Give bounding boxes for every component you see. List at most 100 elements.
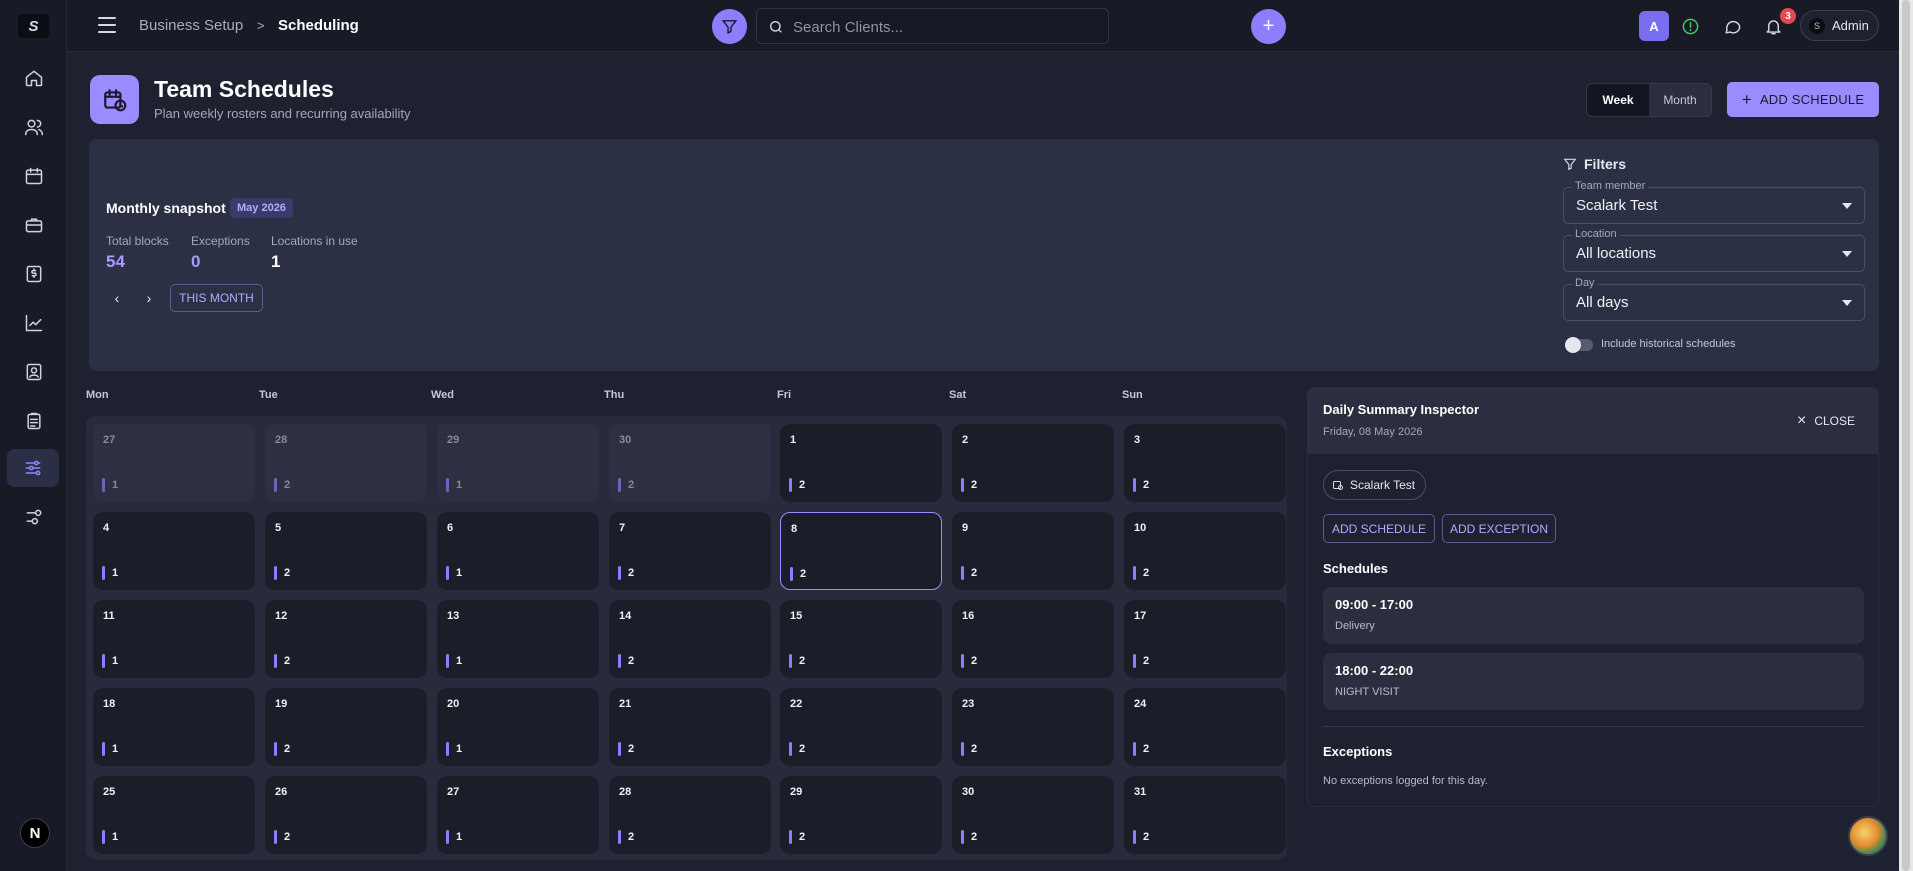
contact-card-icon[interactable]: [17, 355, 51, 389]
day-number: 23: [962, 698, 975, 710]
day-number: 20: [447, 698, 460, 710]
calendar-day-cell[interactable]: 26 2: [265, 776, 427, 854]
calendar-day-cell[interactable]: 16 2: [952, 600, 1114, 678]
calendar-day-cell[interactable]: 22: [952, 424, 1114, 502]
quick-add-button[interactable]: +: [1251, 9, 1286, 44]
schedule-card[interactable]: 09:00 - 17:00 Delivery: [1323, 587, 1864, 644]
assistant-orb-icon[interactable]: [1848, 816, 1888, 856]
day-number: 26: [275, 786, 288, 798]
block-indicator: [102, 478, 105, 492]
stat-label-locations: Locations in use: [271, 234, 358, 248]
add-exception-button[interactable]: ADD EXCEPTION: [1442, 514, 1556, 543]
month-chip: May 2026: [230, 198, 293, 218]
caret-down-icon: [1842, 300, 1852, 306]
block-count: 2: [1143, 831, 1150, 843]
calendar-day-cell[interactable]: 19 2: [265, 688, 427, 766]
block-indicator: [446, 566, 449, 580]
add-schedule-label: ADD SCHEDULE: [1759, 92, 1865, 107]
calendar-day-cell[interactable]: 29 2: [780, 776, 942, 854]
inspector-add-schedule-button[interactable]: ADD SCHEDULE: [1323, 514, 1435, 543]
calendar-day-cell[interactable]: 28 2: [609, 776, 771, 854]
scrollbar-thumb[interactable]: [1902, 0, 1910, 871]
calendar-day-cell[interactable]: 15 2: [780, 600, 942, 678]
block-indicator: [789, 478, 792, 492]
schedule-card[interactable]: 18:00 - 22:00 NIGHT VISIT: [1323, 653, 1864, 710]
sidebar: S N: [0, 0, 67, 871]
calendar-day-cell[interactable]: 13 1: [437, 600, 599, 678]
month-view-button[interactable]: Month: [1649, 84, 1711, 116]
calendar-day-cell[interactable]: 41: [93, 512, 255, 590]
block-indicator: [789, 654, 792, 668]
calendar-day-cell[interactable]: 23 2: [952, 688, 1114, 766]
calendar-day-cell[interactable]: 20 1: [437, 688, 599, 766]
admin-menu-button[interactable]: S Admin: [1800, 10, 1879, 41]
user-avatar-bottom[interactable]: N: [20, 818, 50, 848]
chart-icon[interactable]: [17, 306, 51, 340]
settings-toggle-icon[interactable]: [17, 500, 51, 534]
calendar-day-cell[interactable]: 31 2: [1124, 776, 1286, 854]
page-title: Team Schedules: [154, 76, 334, 102]
calendar-day-cell[interactable]: 10 2: [1124, 512, 1286, 590]
topbar: Business Setup > Scheduling + A 3 S Admi…: [67, 0, 1913, 52]
close-button[interactable]: × CLOSE: [1797, 412, 1855, 430]
users-icon[interactable]: [17, 110, 51, 144]
calendar-day-cell[interactable]: 25 1: [93, 776, 255, 854]
calendar-day-cell[interactable]: 21 2: [609, 688, 771, 766]
calendar-day-cell[interactable]: 30 2: [609, 424, 771, 502]
calendar-day-cell[interactable]: 27 1: [437, 776, 599, 854]
block-count: 2: [628, 655, 635, 667]
week-view-button[interactable]: Week: [1587, 84, 1649, 116]
calendar-day-cell[interactable]: 82: [780, 512, 942, 590]
calendar-day-cell[interactable]: 12 2: [265, 600, 427, 678]
calendar-day-cell[interactable]: 11 1: [93, 600, 255, 678]
search-box[interactable]: [756, 8, 1109, 44]
calendar-clock-icon: [90, 75, 139, 124]
calendar-day-cell[interactable]: 12: [780, 424, 942, 502]
chat-icon[interactable]: [1721, 15, 1743, 37]
calendar-day-cell[interactable]: 61: [437, 512, 599, 590]
calendar-day-cell[interactable]: 92: [952, 512, 1114, 590]
member-chip[interactable]: Scalark Test: [1323, 470, 1426, 500]
calendar-day-cell[interactable]: 17 2: [1124, 600, 1286, 678]
calendar-day-cell[interactable]: 28 2: [265, 424, 427, 502]
app-logo[interactable]: S: [18, 14, 49, 38]
day-select[interactable]: Day All days: [1563, 277, 1865, 321]
this-month-button[interactable]: THIS MONTH: [170, 284, 263, 312]
block-count: 2: [284, 479, 291, 491]
day-number: 3: [1134, 434, 1141, 446]
block-indicator: [961, 830, 964, 844]
account-avatar[interactable]: A: [1639, 11, 1669, 41]
weekday-thu: Thu: [604, 389, 625, 401]
calendar-day-cell[interactable]: 32: [1124, 424, 1286, 502]
team-member-select[interactable]: Team member Scalark Test: [1563, 180, 1865, 224]
calendar-icon[interactable]: [17, 159, 51, 193]
calendar-day-cell[interactable]: 30 2: [952, 776, 1114, 854]
home-icon[interactable]: [17, 61, 51, 95]
invoice-icon[interactable]: [17, 257, 51, 291]
sliders-icon[interactable]: [7, 449, 59, 487]
calendar-day-cell[interactable]: 29 1: [437, 424, 599, 502]
day-number: 19: [275, 698, 288, 710]
next-month-button[interactable]: ›: [140, 289, 158, 307]
calendar-day-cell[interactable]: 22 2: [780, 688, 942, 766]
close-icon: ×: [1797, 412, 1807, 429]
prev-month-button[interactable]: ‹: [108, 289, 126, 307]
historical-toggle[interactable]: [1565, 337, 1593, 353]
menu-icon[interactable]: [98, 17, 116, 33]
block-indicator: [1133, 654, 1136, 668]
calendar-day-cell[interactable]: 24 2: [1124, 688, 1286, 766]
calendar-day-cell[interactable]: 18 1: [93, 688, 255, 766]
breadcrumb-parent[interactable]: Business Setup: [139, 17, 243, 34]
status-icon[interactable]: [1679, 15, 1701, 37]
calendar-day-cell[interactable]: 14 2: [609, 600, 771, 678]
calendar-day-cell[interactable]: 27 1: [93, 424, 255, 502]
add-schedule-button[interactable]: + ADD SCHEDULE: [1727, 82, 1879, 117]
calendar-day-cell[interactable]: 72: [609, 512, 771, 590]
calendar-day-cell[interactable]: 52: [265, 512, 427, 590]
location-select[interactable]: Location All locations: [1563, 228, 1865, 272]
briefcase-icon[interactable]: [17, 208, 51, 242]
filter-button[interactable]: [712, 9, 747, 44]
search-input[interactable]: [793, 16, 1093, 38]
calendar-clock-icon: [1333, 481, 1343, 490]
clipboard-icon[interactable]: [17, 404, 51, 438]
